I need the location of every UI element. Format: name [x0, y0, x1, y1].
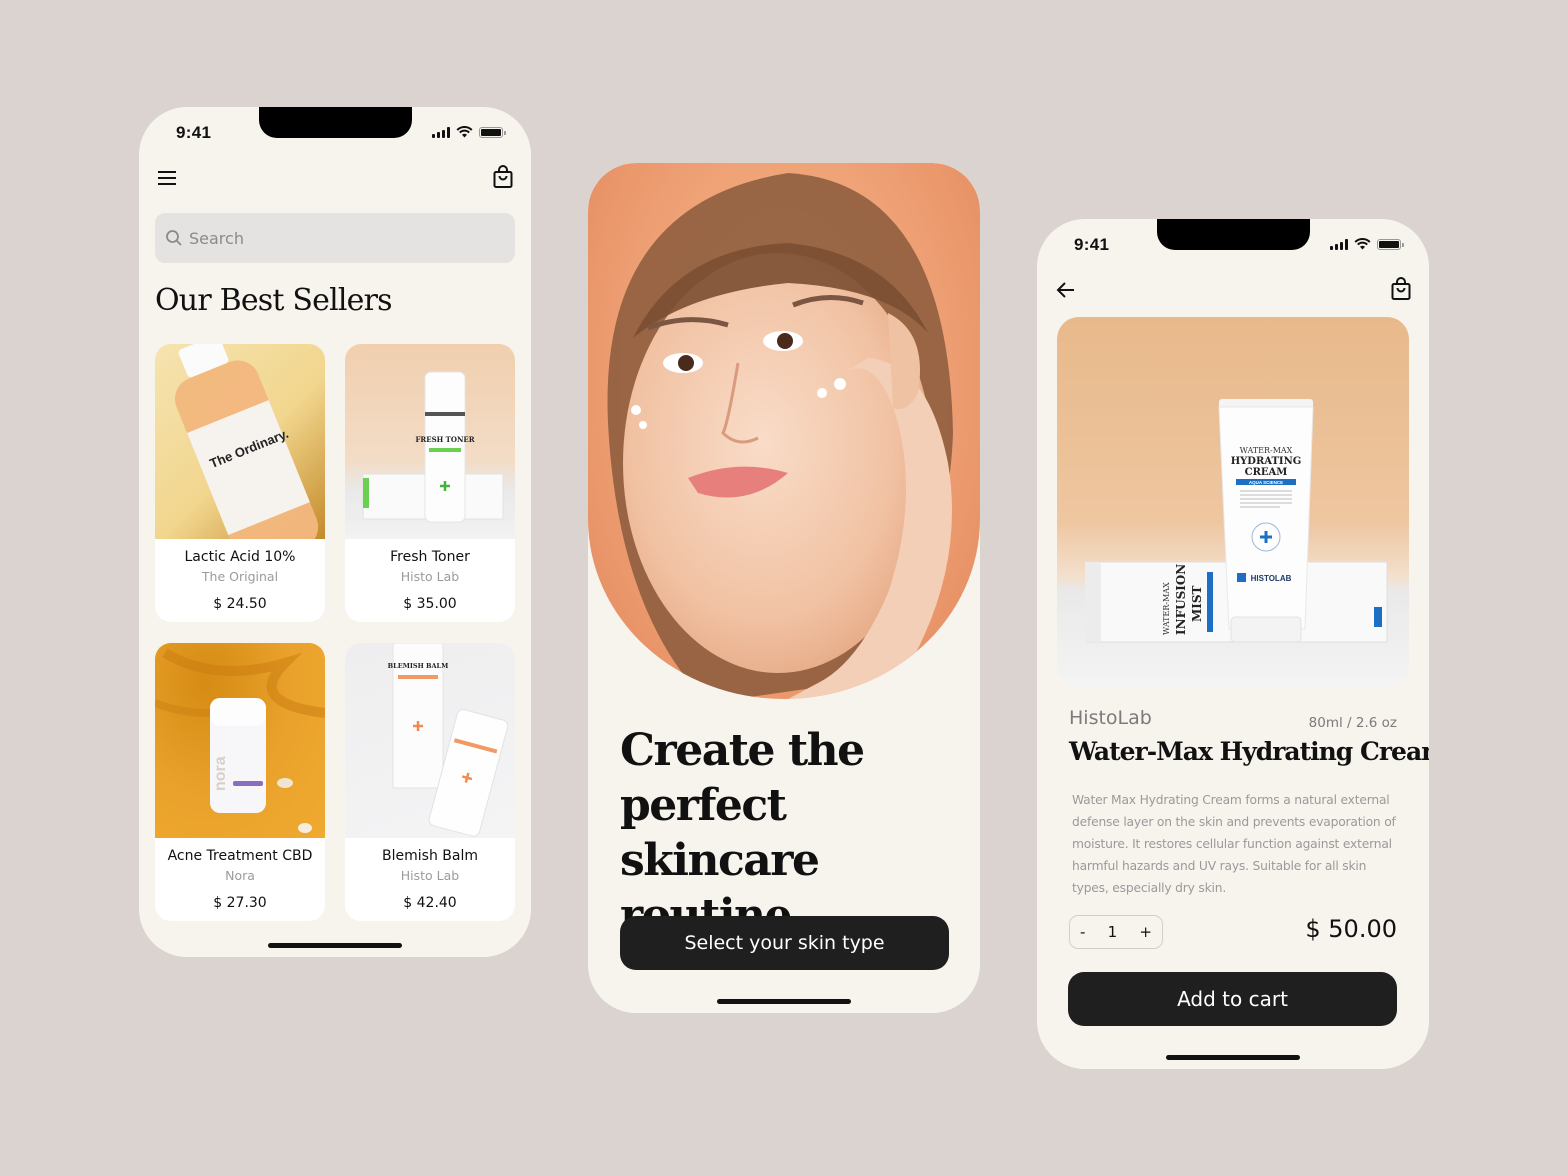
product-name: Fresh Toner [390, 549, 470, 565]
home-screen-phone: 9:41 Our Best Sellers The Ordinary. [139, 107, 531, 957]
increment-button[interactable]: + [1139, 923, 1152, 941]
box-text-line1: WATER-MAX [1162, 582, 1171, 635]
product-title: Water-Max Hydrating Cream [1069, 737, 1429, 766]
product-grid: The Ordinary. Lactic Acid 10% The Origin… [155, 344, 515, 921]
product-price: $ 35.00 [403, 596, 457, 612]
wifi-icon [1354, 238, 1371, 250]
product-card-fresh-toner[interactable]: FRESH TONER Fresh Toner Histo Lab $ 35.0… [345, 344, 515, 622]
product-price: $ 50.00 [1305, 915, 1397, 943]
wifi-icon [456, 126, 473, 138]
onboarding-screen-phone: Create the perfect skincare routine. Sel… [588, 163, 980, 1013]
jar-label: nora [212, 756, 229, 791]
product-hero-image: WATER-MAX INFUSION MIST WATER-MAX HYDRAT… [1057, 317, 1409, 688]
product-detail-phone: 9:41 WATER-MAX INFUSION MIST WATER-MAX H… [1037, 219, 1429, 1069]
home-indicator [1166, 1055, 1300, 1060]
tube-band-text: AQUA SCIENCE [1249, 480, 1283, 485]
product-brand: Histo Lab [400, 569, 460, 584]
cellular-signal-icon [432, 126, 450, 138]
product-card-lactic-acid[interactable]: The Ordinary. Lactic Acid 10% The Origin… [155, 344, 325, 622]
bottle-label: FRESH TONER [415, 435, 474, 444]
hydrating-cream-illustration: WATER-MAX INFUSION MIST WATER-MAX HYDRAT… [1085, 399, 1388, 643]
cellular-signal-icon [1330, 238, 1348, 250]
status-icons [1330, 238, 1404, 250]
status-icons [432, 126, 506, 138]
product-card-acne-treatment[interactable]: nora Acne Treatment CBD Nora $ 27.30 [155, 643, 325, 921]
balm-tube-illustration: BLEMISH BALM [388, 643, 509, 837]
box-text-line2: INFUSION [1174, 564, 1188, 635]
product-brand: The Original [201, 569, 279, 584]
home-indicator [717, 999, 851, 1004]
box-text-line3: MIST [1190, 585, 1204, 622]
arrow-left-icon[interactable] [1056, 281, 1076, 304]
product-size: 80ml / 2.6 oz [1308, 715, 1397, 731]
home-indicator [268, 943, 402, 948]
product-name: Blemish Balm [382, 848, 478, 864]
product-image: BLEMISH BALM [345, 643, 515, 838]
product-price: $ 24.50 [213, 596, 267, 612]
section-title: Our Best Sellers [155, 283, 393, 318]
onboarding-headline: Create the perfect skincare routine. [620, 725, 865, 941]
notch [1157, 219, 1310, 250]
search-icon [166, 230, 182, 246]
status-time: 9:41 [176, 123, 212, 142]
cream-tube: WATER-MAX HYDRATING CREAM AQUA SCIENCE H… [1218, 399, 1314, 643]
product-name: Lactic Acid 10% [184, 549, 296, 565]
shopping-bag-icon[interactable] [493, 165, 513, 194]
tube-logo-text: HISTOLAB [1251, 574, 1292, 583]
tube-text-line3: CREAM [1245, 467, 1288, 478]
search-input[interactable] [189, 228, 489, 248]
product-card-blemish-balm[interactable]: BLEMISH BALM Blemish Balm Histo Lab $ 42… [345, 643, 515, 921]
box-label: BLEMISH BALM [388, 662, 449, 670]
serum-bottle-illustration: The Ordinary. [174, 344, 319, 539]
hamburger-menu-icon[interactable] [157, 170, 177, 191]
battery-icon [1377, 238, 1404, 250]
tube-text-line2: HYDRATING [1231, 456, 1302, 467]
select-skin-type-button[interactable]: Select your skin type [620, 916, 949, 970]
battery-icon [479, 126, 506, 138]
woman-face-illustration [607, 173, 953, 699]
add-to-cart-button[interactable]: Add to cart [1068, 972, 1397, 1026]
product-brand: Histo Lab [400, 868, 460, 883]
product-price: $ 42.40 [403, 895, 457, 911]
quantity-stepper: - 1 + [1069, 915, 1163, 949]
product-description: Water Max Hydrating Cream forms a natura… [1072, 793, 1396, 895]
tube-text-line1: WATER-MAX [1240, 446, 1293, 455]
product-image: The Ordinary. [155, 344, 325, 539]
shopping-bag-icon[interactable] [1391, 277, 1411, 306]
product-name: Acne Treatment CBD [167, 848, 313, 864]
hero-portrait-image [588, 163, 980, 699]
quantity-value: 1 [1107, 923, 1118, 941]
search-bar[interactable] [155, 213, 515, 263]
cream-jar-illustration: nora [155, 648, 325, 833]
product-brand: Nora [225, 868, 255, 883]
product-image: nora [155, 643, 325, 838]
product-price: $ 27.30 [213, 895, 267, 911]
toner-bottle-illustration: FRESH TONER [362, 371, 504, 523]
status-time: 9:41 [1074, 235, 1110, 254]
product-image: FRESH TONER [345, 344, 515, 539]
decrement-button[interactable]: - [1080, 923, 1085, 941]
product-brand: HistoLab [1069, 707, 1152, 729]
notch [259, 107, 412, 138]
